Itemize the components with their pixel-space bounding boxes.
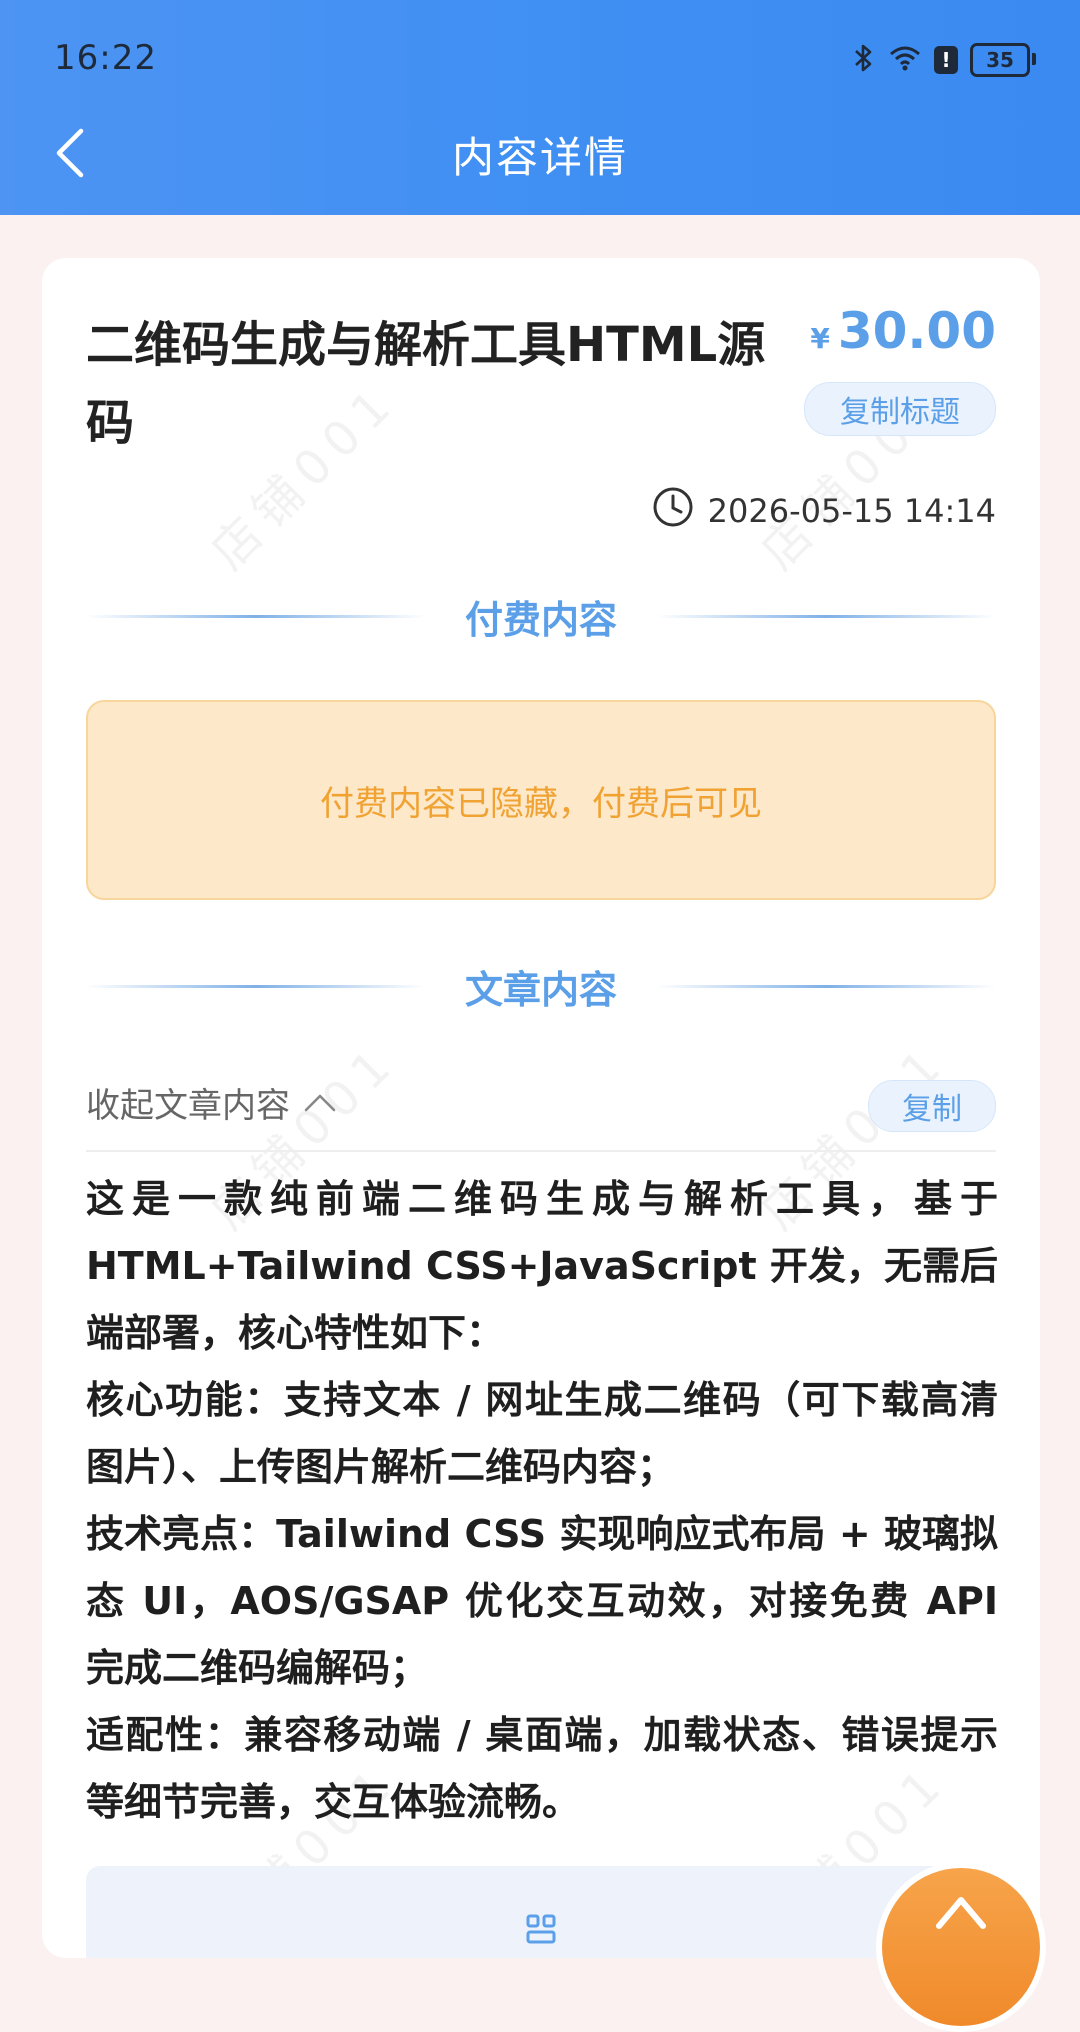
paid-section-label: 付费内容 [465,597,618,642]
divider-line [657,984,997,988]
item-price: ¥30.00 [810,302,996,360]
content-card: 店铺001 店铺001 店铺001 店铺001 店铺001 店铺001 二维码生… [42,258,1040,1958]
chevron-up-icon [302,1083,338,1123]
paid-content-notice: 付费内容已隐藏，付费后可见 [86,700,996,900]
wifi-icon [888,43,922,77]
paid-section-divider: 付费内容 [86,586,997,646]
divider-line [657,614,997,618]
app-header: 16:22 ! 35 内容详情 [0,0,1080,215]
clock-icon [652,486,694,536]
collapse-article-toggle[interactable]: 收起文章内容 [86,1078,338,1127]
status-icons: ! 35 [852,40,1036,80]
battery-icon: 35 [970,43,1036,77]
divider-line [86,984,425,988]
paid-hidden-text: 付费内容已隐藏，付费后可见 [320,783,762,824]
divider-line [86,614,425,618]
item-title: 二维码生成与解析工具HTML源码 [86,317,766,451]
alert-icon: ! [934,46,958,74]
scroll-top-button[interactable] [876,1862,1046,2032]
article-paragraph: 核心功能：支持文本 / 网址生成二维码（可下载高清图片）、上传图片解析二维码内容… [86,1378,998,1489]
article-section-divider: 文章内容 [86,956,997,1016]
page-title: 内容详情 [451,133,628,182]
attachment-box[interactable] [86,1866,996,1958]
divider [86,1150,996,1152]
collapse-label: 收起文章内容 [86,1086,290,1126]
article-section-label: 文章内容 [465,967,618,1012]
article-paragraph: 这是一款纯前端二维码生成与解析工具，基于 HTML+Tailwind CSS+J… [86,1177,998,1355]
publish-date: 2026-05-15 14:14 [652,486,996,536]
article-paragraph: 技术亮点：Tailwind CSS 实现响应式布局 + 玻璃拟态 UI，AOS/… [86,1512,998,1690]
price-value: 30.00 [837,302,996,360]
article-paragraph: 适配性：兼容移动端 / 桌面端，加载状态、错误提示等细节完善，交互体验流畅。 [86,1713,998,1824]
bluetooth-icon [852,42,876,78]
article-body: 这是一款纯前端二维码生成与解析工具，基于 HTML+Tailwind CSS+J… [86,1166,998,1836]
status-time: 16:22 [54,38,157,78]
currency-symbol: ¥ [810,322,830,355]
file-icon [524,1914,558,1948]
copy-article-button[interactable]: 复制 [868,1080,996,1132]
date-text: 2026-05-15 14:14 [707,492,996,530]
copy-title-button[interactable]: 复制标题 [804,382,996,436]
